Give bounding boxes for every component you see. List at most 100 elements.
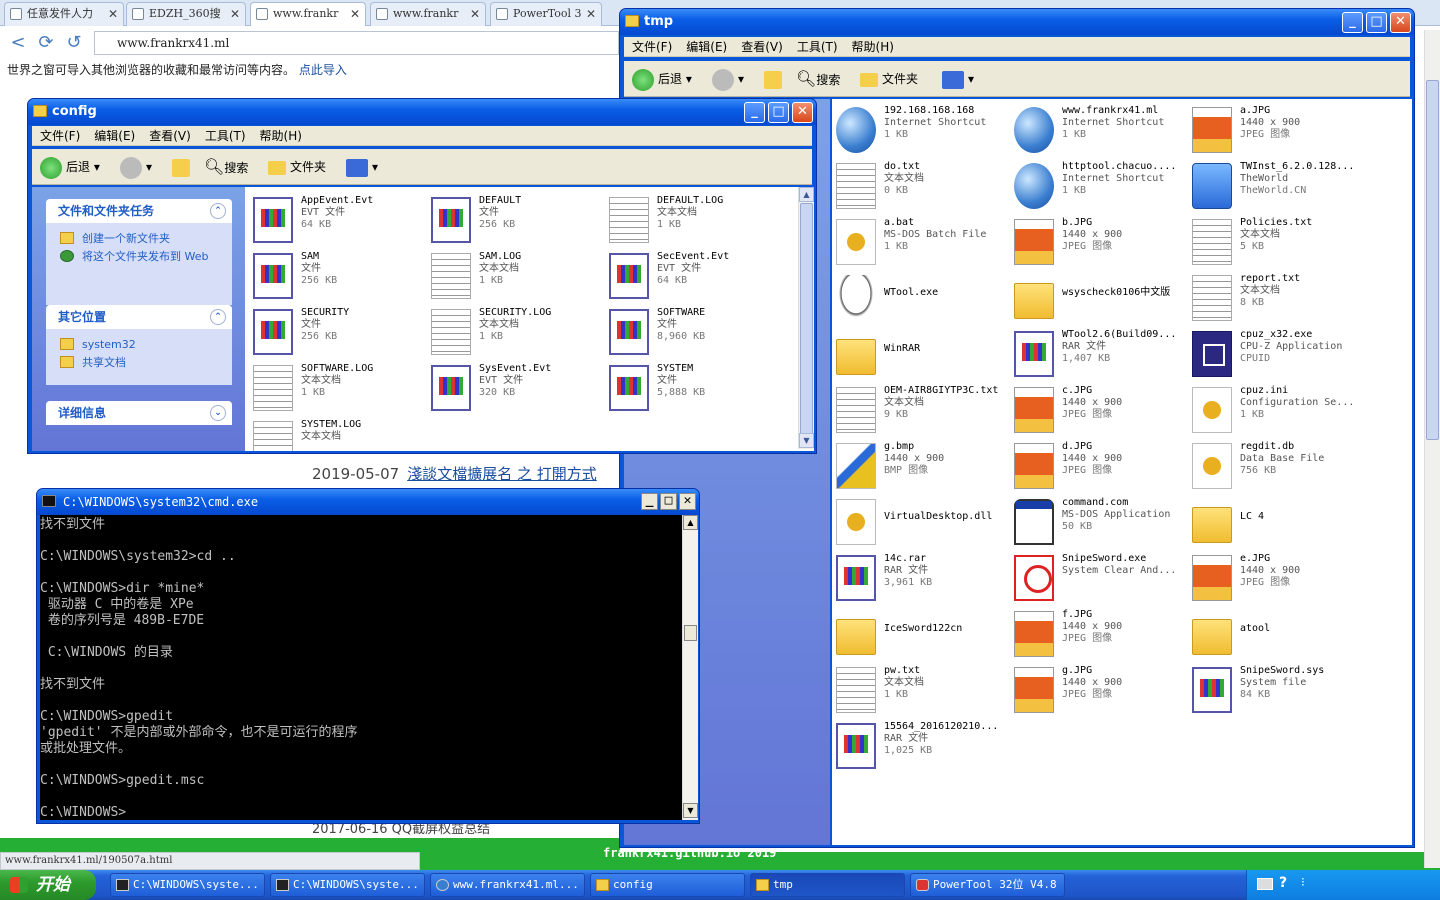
menu-edit[interactable]: 编辑(E) — [94, 129, 135, 143]
file-item[interactable]: TWInst_6.2.0.128... TheWorld TheWorld.CN — [1192, 161, 1362, 213]
title-bar[interactable]: C:\WINDOWS\system32\cmd.exe _ □ ✕ — [37, 489, 699, 515]
menu-file[interactable]: 文件(F) — [632, 40, 672, 54]
file-item[interactable]: SAM.LOG 文本文档 1 KB — [431, 251, 601, 303]
file-item[interactable]: cpuz.ini Configuration Se... 1 KB — [1192, 385, 1362, 437]
chevron-up-icon[interactable]: ⌃ — [210, 309, 226, 325]
file-item[interactable]: SYSTEM 文件 5,888 KB — [609, 363, 779, 415]
back-icon[interactable]: < — [8, 33, 28, 53]
help-icon[interactable]: ? — [1279, 875, 1287, 891]
file-item[interactable]: b.JPG 1440 x 900 JPEG 图像 — [1014, 217, 1184, 269]
place-system32[interactable]: system32 — [46, 335, 232, 353]
minimize-button[interactable]: _ — [744, 102, 765, 123]
up-folder-button[interactable] — [764, 67, 786, 91]
folders-button[interactable]: 文件夹 — [860, 67, 918, 91]
file-item[interactable]: pw.txt 文本文档 1 KB — [836, 665, 1006, 717]
post-link[interactable]: 淺談文檔擴展名 之 打開方式 — [407, 465, 597, 483]
file-item[interactable]: SECURITY.LOG 文本文档 1 KB — [431, 307, 601, 359]
file-item[interactable]: cpuz_x32.exe CPU-Z Application CPUID — [1192, 329, 1362, 381]
views-button[interactable]: ▾ — [942, 67, 974, 91]
file-item[interactable]: VirtualDesktop.dll — [836, 497, 1006, 549]
file-item[interactable]: e.JPG 1440 x 900 JPEG 图像 — [1192, 553, 1362, 605]
close-button[interactable]: ✕ — [679, 493, 696, 510]
file-list-scrollbar[interactable]: ▲ ▼ — [798, 187, 814, 449]
file-item[interactable]: SOFTWARE.LOG 文本文档 1 KB — [253, 363, 423, 415]
tab-4[interactable]: www.frankr ✕ — [370, 2, 486, 26]
back-button[interactable]: 后退 ▾ — [632, 67, 692, 91]
file-item[interactable]: WinRAR — [836, 329, 1006, 381]
file-item[interactable]: 192.168.168.168 Internet Shortcut 1 KB — [836, 105, 1006, 157]
menu-view[interactable]: 查看(V) — [149, 129, 191, 143]
file-item[interactable]: 15564_2016120210... RAR 文件 1,025 KB — [836, 721, 1006, 773]
maximize-button[interactable]: □ — [660, 493, 677, 510]
file-item[interactable]: a.bat MS-DOS Batch File 1 KB — [836, 217, 1006, 269]
page-scrollbar[interactable] — [1424, 30, 1440, 868]
undo-icon[interactable]: ↺ — [64, 33, 84, 53]
keyboard-icon[interactable] — [1257, 878, 1273, 890]
file-item[interactable]: g.bmp 1440 x 900 BMP 图像 — [836, 441, 1006, 493]
file-item[interactable]: wsyscheck0106中文版 — [1014, 273, 1184, 325]
views-button[interactable]: ▾ — [346, 155, 378, 179]
chevron-down-icon[interactable]: ⌄ — [210, 405, 226, 421]
panel-header[interactable]: 详细信息 ⌄ — [46, 401, 232, 425]
import-link[interactable]: 点此导入 — [299, 63, 347, 77]
menu-file[interactable]: 文件(F) — [40, 129, 80, 143]
up-folder-button[interactable] — [172, 155, 194, 179]
close-icon[interactable]: ✕ — [230, 3, 240, 25]
file-item[interactable]: httptool.chacuo.... Internet Shortcut 1 KB — [1014, 161, 1184, 213]
scroll-down-arrow[interactable]: ▼ — [683, 803, 698, 818]
file-item[interactable]: c.JPG 1440 x 900 JPEG 图像 — [1014, 385, 1184, 437]
file-item[interactable]: SysEvent.Evt EVT 文件 320 KB — [431, 363, 601, 415]
close-button[interactable]: ✕ — [1390, 12, 1411, 33]
panel-header[interactable]: 文件和文件夹任务 ⌃ — [46, 199, 232, 223]
taskbar-item-powertool[interactable]: PowerTool 32位 V4.8 — [910, 873, 1065, 897]
maximize-button[interactable]: □ — [768, 102, 789, 123]
scroll-thumb[interactable] — [684, 625, 697, 641]
file-item[interactable]: IceSword122cn — [836, 609, 1006, 661]
scroll-thumb[interactable] — [1426, 80, 1439, 440]
file-item[interactable]: SnipeSword.exe System Clear And... — [1014, 553, 1184, 605]
title-bar[interactable]: config _ □ ✕ — [28, 99, 816, 125]
console-output[interactable]: 找不到文件 C:\WINDOWS\system32>cd .. C:\WINDOWS… — [40, 515, 682, 820]
file-item[interactable]: SECURITY 文件 256 KB — [253, 307, 423, 359]
file-item[interactable]: AppEvent.Evt EVT 文件 64 KB — [253, 195, 423, 247]
taskbar-item-tmp[interactable]: tmp — [750, 873, 905, 897]
scroll-up-arrow[interactable]: ▲ — [799, 187, 814, 202]
scroll-thumb[interactable] — [800, 203, 813, 437]
file-item[interactable]: DEFAULT.LOG 文本文档 1 KB — [609, 195, 779, 247]
file-item[interactable]: LC 4 — [1192, 497, 1362, 549]
minimize-button[interactable]: _ — [641, 493, 658, 510]
scroll-down-arrow[interactable]: ▼ — [799, 433, 814, 448]
menu-tools[interactable]: 工具(T) — [797, 40, 838, 54]
taskbar-item-cmd-2[interactable]: C:\WINDOWS\syste... — [270, 873, 425, 897]
file-item[interactable]: command.com MS-DOS Application 50 KB — [1014, 497, 1184, 549]
file-item[interactable]: SnipeSword.sys System file 84 KB — [1192, 665, 1362, 717]
panel-header[interactable]: 其它位置 ⌃ — [46, 305, 232, 329]
chevron-up-icon[interactable]: ⌃ — [210, 203, 226, 219]
tab-1[interactable]: 任意发件人力 ✕ — [4, 2, 124, 26]
search-button[interactable]: 🔍︎搜索 — [796, 67, 840, 91]
file-item[interactable]: a.JPG 1440 x 900 JPEG 图像 — [1192, 105, 1362, 157]
back-button[interactable]: 后退 ▾ — [40, 155, 100, 179]
place-shared-docs[interactable]: 共享文档 — [46, 353, 232, 371]
taskbar-item-config[interactable]: config — [590, 873, 745, 897]
file-item[interactable]: g.JPG 1440 x 900 JPEG 图像 — [1014, 665, 1184, 717]
tab-5[interactable]: PowerTool 3 ✕ — [490, 2, 602, 26]
file-item[interactable]: f.JPG 1440 x 900 JPEG 图像 — [1014, 609, 1184, 661]
menu-edit[interactable]: 编辑(E) — [686, 40, 727, 54]
file-item[interactable]: 14c.rar RAR 文件 3,961 KB — [836, 553, 1006, 605]
console-scrollbar[interactable]: ▲ ▼ — [682, 515, 698, 820]
tab-3[interactable]: www.frankr ✕ — [250, 2, 366, 27]
menu-view[interactable]: 查看(V) — [741, 40, 783, 54]
file-item[interactable]: d.JPG 1440 x 900 JPEG 图像 — [1014, 441, 1184, 493]
file-item[interactable]: Policies.txt 文本文档 5 KB — [1192, 217, 1362, 269]
folders-button[interactable]: 文件夹 — [268, 155, 326, 179]
file-item[interactable]: SYSTEM.LOG 文本文档 — [253, 419, 423, 451]
close-icon[interactable]: ✕ — [586, 3, 596, 25]
maximize-button[interactable]: □ — [1366, 12, 1387, 33]
file-item[interactable]: regdit.db Data Base File 756 KB — [1192, 441, 1362, 493]
file-item[interactable]: www.frankrx41.ml Internet Shortcut 1 KB — [1014, 105, 1184, 157]
taskbar-item-cmd-1[interactable]: C:\WINDOWS\syste... — [110, 873, 265, 897]
scroll-up-arrow[interactable]: ▲ — [683, 515, 698, 530]
file-item[interactable]: DEFAULT 文件 256 KB — [431, 195, 601, 247]
taskbar-item-browser[interactable]: www.frankrx41.ml... — [430, 873, 585, 897]
